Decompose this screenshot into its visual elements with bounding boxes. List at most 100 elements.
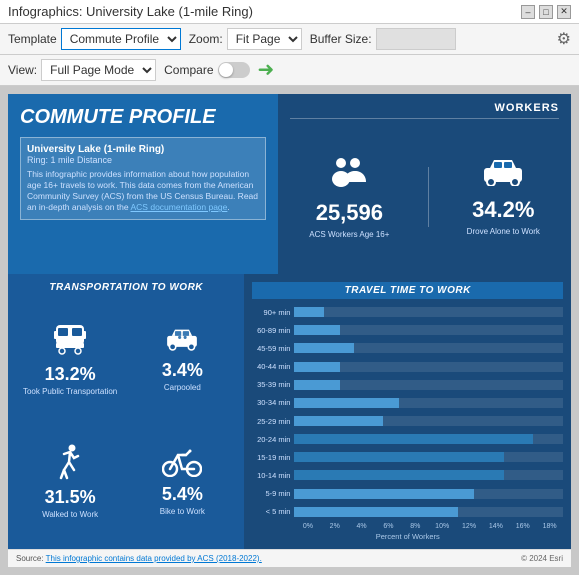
toolbar-row1: Template Commute Profile Zoom: Fit Page … — [0, 24, 579, 55]
travel-time-panel: TRAVEL TIME TO WORK 90+ min60-89 min45-5… — [244, 274, 571, 549]
bar-label: 30-34 min — [252, 398, 290, 407]
zoom-label: Zoom: — [189, 32, 223, 46]
acs-link[interactable]: ACS documentation page — [131, 202, 228, 212]
commute-profile-panel: COMMUTE PROFILE University Lake (1-mile … — [8, 94, 278, 274]
public-transport-pct: 13.2% — [45, 364, 96, 385]
carpool-label: Carpooled — [164, 383, 201, 392]
x-axis-title: Percent of Workers — [252, 532, 563, 541]
buffer-input[interactable] — [376, 28, 456, 50]
carpool-item: 3.4% Carpooled — [128, 299, 236, 418]
buffer-label: Buffer Size: — [310, 32, 372, 46]
x-axis-label: 12% — [456, 523, 483, 530]
bus-icon — [52, 321, 88, 362]
carpool-icon — [164, 325, 200, 358]
buffer-group: Buffer Size: — [310, 28, 456, 50]
minimize-button[interactable]: – — [521, 5, 535, 19]
bar-label: 10-14 min — [252, 471, 290, 480]
bar-label: 60-89 min — [252, 326, 290, 335]
bar-fill — [294, 416, 383, 426]
workers-count-label: ACS Workers Age 16+ — [309, 230, 389, 239]
bar-label: 40-44 min — [252, 362, 290, 371]
bar-label: 90+ min — [252, 308, 290, 317]
infographic-panel: COMMUTE PROFILE University Lake (1-mile … — [8, 94, 571, 567]
view-label: View: — [8, 63, 37, 77]
walk-label: Walked to Work — [42, 510, 98, 519]
title-bar: Infographics: University Lake (1-mile Ri… — [0, 0, 579, 24]
x-axis-label: 16% — [509, 523, 536, 530]
bar-row: 30-34 min — [252, 398, 563, 408]
x-axis-label: 2% — [321, 523, 348, 530]
bar-fill — [294, 307, 324, 317]
bar-fill — [294, 452, 503, 462]
template-label: Template — [8, 32, 57, 46]
close-button[interactable]: ✕ — [557, 5, 571, 19]
workers-panel: WORKERS 25,596 — [278, 94, 571, 274]
bar-track — [294, 434, 563, 444]
bottom-section: TRANSPORTATION TO WORK — [8, 274, 571, 549]
x-axis: 0%2%4%6%8%10%12%14%16%18% — [252, 523, 563, 530]
bar-fill — [294, 380, 340, 390]
bar-row: 60-89 min — [252, 325, 563, 335]
template-group: Template Commute Profile — [8, 28, 181, 50]
bar-fill — [294, 470, 503, 480]
workers-divider — [428, 167, 429, 227]
toolbar-row2: View: Full Page Mode Compare ➜ — [0, 55, 579, 86]
bar-chart: 90+ min60-89 min45-59 min40-44 min35-39 … — [252, 303, 563, 521]
bar-track — [294, 307, 563, 317]
footer-copyright: © 2024 Esri — [521, 554, 563, 563]
source-link[interactable]: This infographic contains data provided … — [46, 554, 262, 563]
bar-label: 5-9 min — [252, 489, 290, 498]
x-axis-label: 6% — [375, 523, 402, 530]
gear-button[interactable]: ⚙ — [557, 29, 571, 49]
bar-track — [294, 507, 563, 517]
carpool-pct: 3.4% — [162, 360, 203, 381]
bar-track — [294, 452, 563, 462]
x-axis-label: 0% — [294, 523, 321, 530]
bar-fill — [294, 325, 340, 335]
bar-row: 20-24 min — [252, 434, 563, 444]
template-select[interactable]: Commute Profile — [61, 28, 181, 50]
bar-fill — [294, 507, 458, 517]
bar-fill — [294, 398, 399, 408]
bar-row: 25-29 min — [252, 416, 563, 426]
transport-grid: 13.2% Took Public Transportation — [16, 299, 236, 541]
bar-label: < 5 min — [252, 507, 290, 516]
bar-track — [294, 343, 563, 353]
compare-toggle[interactable] — [218, 62, 250, 78]
view-group: View: Full Page Mode — [8, 59, 156, 81]
bar-track — [294, 362, 563, 372]
bar-track — [294, 398, 563, 408]
bar-fill — [294, 343, 353, 353]
bar-row: 5-9 min — [252, 489, 563, 499]
bar-row: 90+ min — [252, 307, 563, 317]
view-select[interactable]: Full Page Mode — [41, 59, 156, 81]
x-axis-label: 10% — [429, 523, 456, 530]
location-name: University Lake (1-mile Ring) — [27, 144, 259, 155]
window-controls: – □ ✕ — [521, 5, 571, 19]
info-box: University Lake (1-mile Ring) Ring: 1 mi… — [20, 137, 266, 220]
drive-alone-label: Drove Alone to Work — [467, 227, 540, 236]
bar-track — [294, 489, 563, 499]
walk-pct: 31.5% — [45, 487, 96, 508]
bike-item: 5.4% Bike to Work — [128, 422, 236, 541]
bar-row: 40-44 min — [252, 362, 563, 372]
bike-pct: 5.4% — [162, 484, 203, 505]
workers-count: 25,596 — [316, 200, 383, 226]
x-axis-label: 18% — [536, 523, 563, 530]
navigate-button[interactable]: ➜ — [258, 60, 275, 80]
bar-fill — [294, 362, 340, 372]
bar-label: 45-59 min — [252, 344, 290, 353]
bar-label: 15-19 min — [252, 453, 290, 462]
restore-button[interactable]: □ — [539, 5, 553, 19]
transportation-panel: TRANSPORTATION TO WORK — [8, 274, 244, 549]
source-label: Source: — [16, 554, 44, 563]
public-transport-label: Took Public Transportation — [23, 387, 117, 396]
bar-track — [294, 380, 563, 390]
main-area: COMMUTE PROFILE University Lake (1-mile … — [0, 86, 579, 575]
workers-stats: 25,596 ACS Workers Age 16+ — [290, 127, 559, 266]
infographic-footer: Source: This infographic contains data p… — [8, 549, 571, 567]
zoom-select[interactable]: Fit Page — [227, 28, 302, 50]
public-transport-item: 13.2% Took Public Transportation — [16, 299, 124, 418]
drive-alone-stat: 34.2% Drove Alone to Work — [467, 158, 540, 236]
drive-alone-pct: 34.2% — [472, 197, 534, 223]
